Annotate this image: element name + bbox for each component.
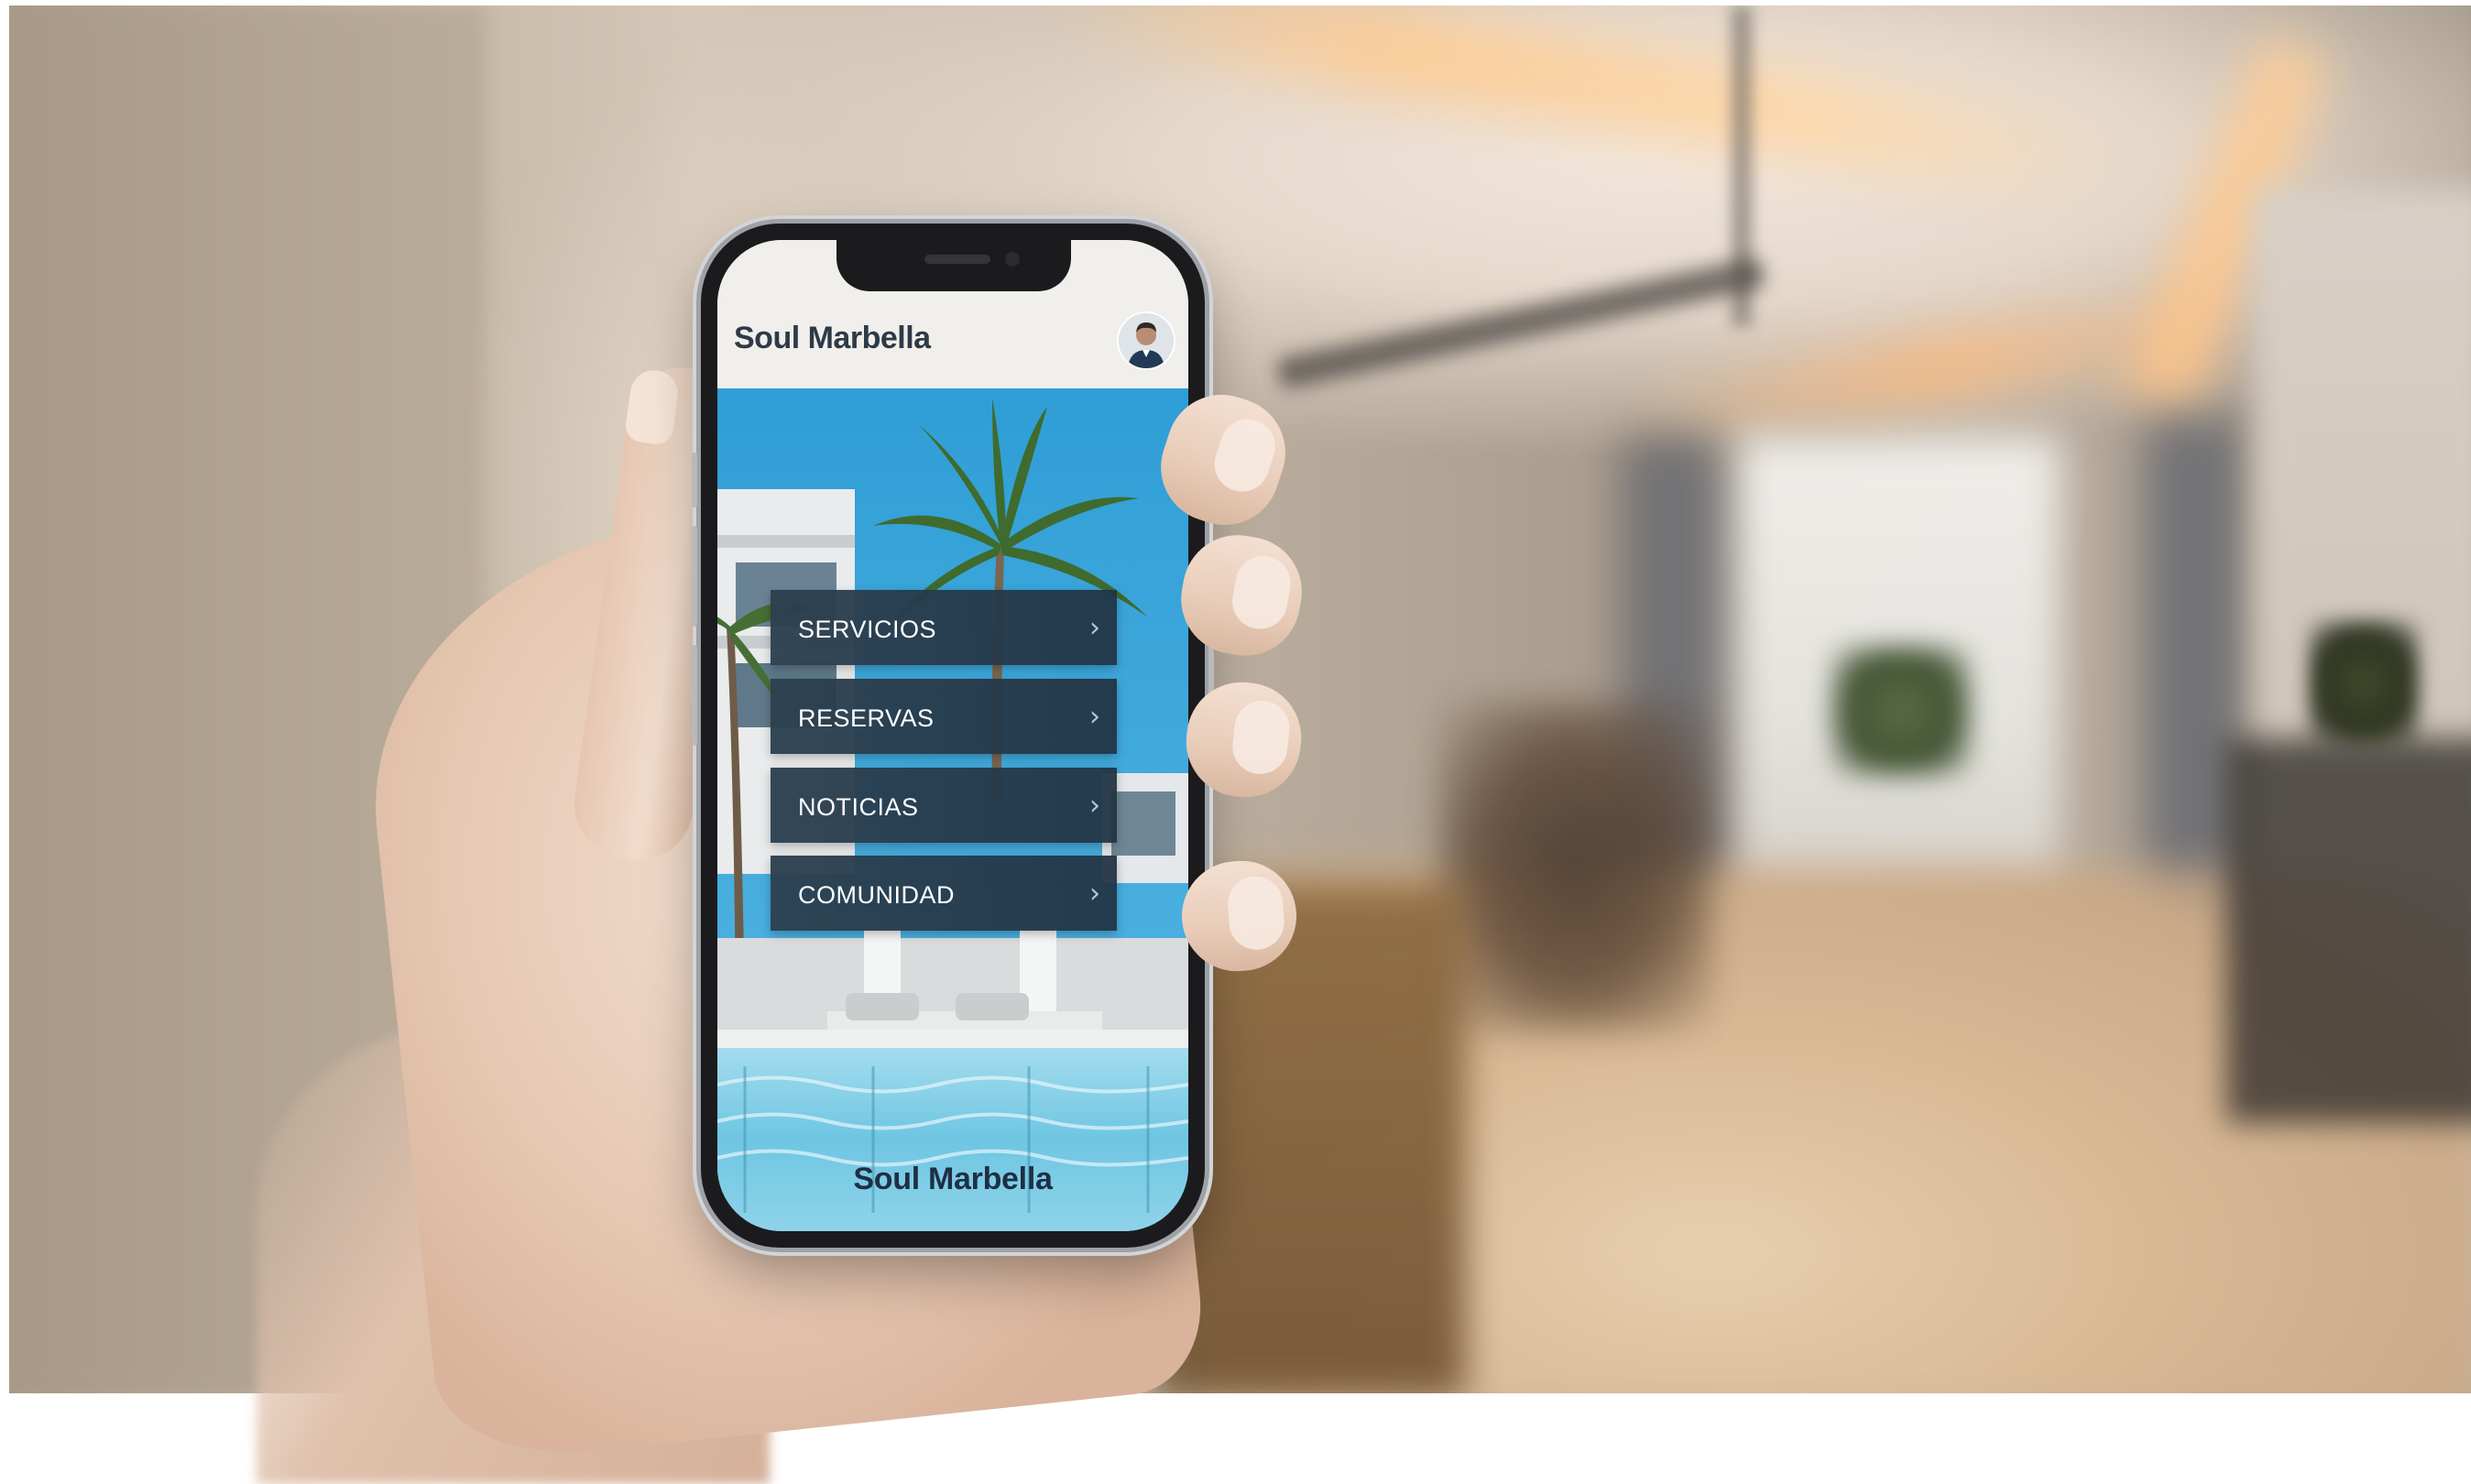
dining-table (1438, 702, 1713, 1031)
phone-screen: Soul Marbella SERVICIOS › RESERVAS › NOT… (717, 240, 1188, 1231)
chevron-right-icon: › (1089, 612, 1100, 644)
menu-item-label: RESERVAS (798, 704, 935, 732)
menu-item-noticias[interactable]: NOTICIAS › (771, 768, 1117, 843)
volume-button (692, 645, 697, 746)
app-title: Soul Marbella (734, 321, 931, 355)
menu-item-reservas[interactable]: RESERVAS › (771, 679, 1117, 754)
console-table (2226, 738, 2471, 1123)
smartphone: Soul Marbella SERVICIOS › RESERVAS › NOT… (692, 224, 1214, 1248)
menu-item-label: NOTICIAS (798, 793, 919, 821)
chevron-right-icon: › (1089, 790, 1100, 822)
user-avatar-icon[interactable] (1117, 311, 1175, 370)
plant (1832, 647, 1970, 775)
chevron-right-icon: › (1089, 701, 1100, 733)
fingernail (1207, 411, 1283, 499)
menu-item-label: COMUNIDAD (798, 881, 955, 909)
speaker-grille (924, 255, 990, 264)
footer-brand-title: Soul Marbella (853, 1162, 1053, 1196)
notch (836, 240, 1071, 291)
fingernail (1226, 874, 1286, 952)
fingernail (1228, 551, 1296, 634)
volume-button (692, 526, 697, 627)
menu-item-servicios[interactable]: SERVICIOS › (771, 590, 1117, 665)
fingernail (1230, 698, 1293, 777)
volume-button (692, 453, 697, 507)
menu-item-comunidad[interactable]: COMUNIDAD › (771, 856, 1117, 931)
menu-item-label: SERVICIOS (798, 616, 937, 643)
chevron-right-icon: › (1089, 878, 1100, 910)
avatar-photo (1119, 313, 1174, 368)
front-camera (1005, 252, 1020, 267)
plant (2309, 619, 2419, 747)
